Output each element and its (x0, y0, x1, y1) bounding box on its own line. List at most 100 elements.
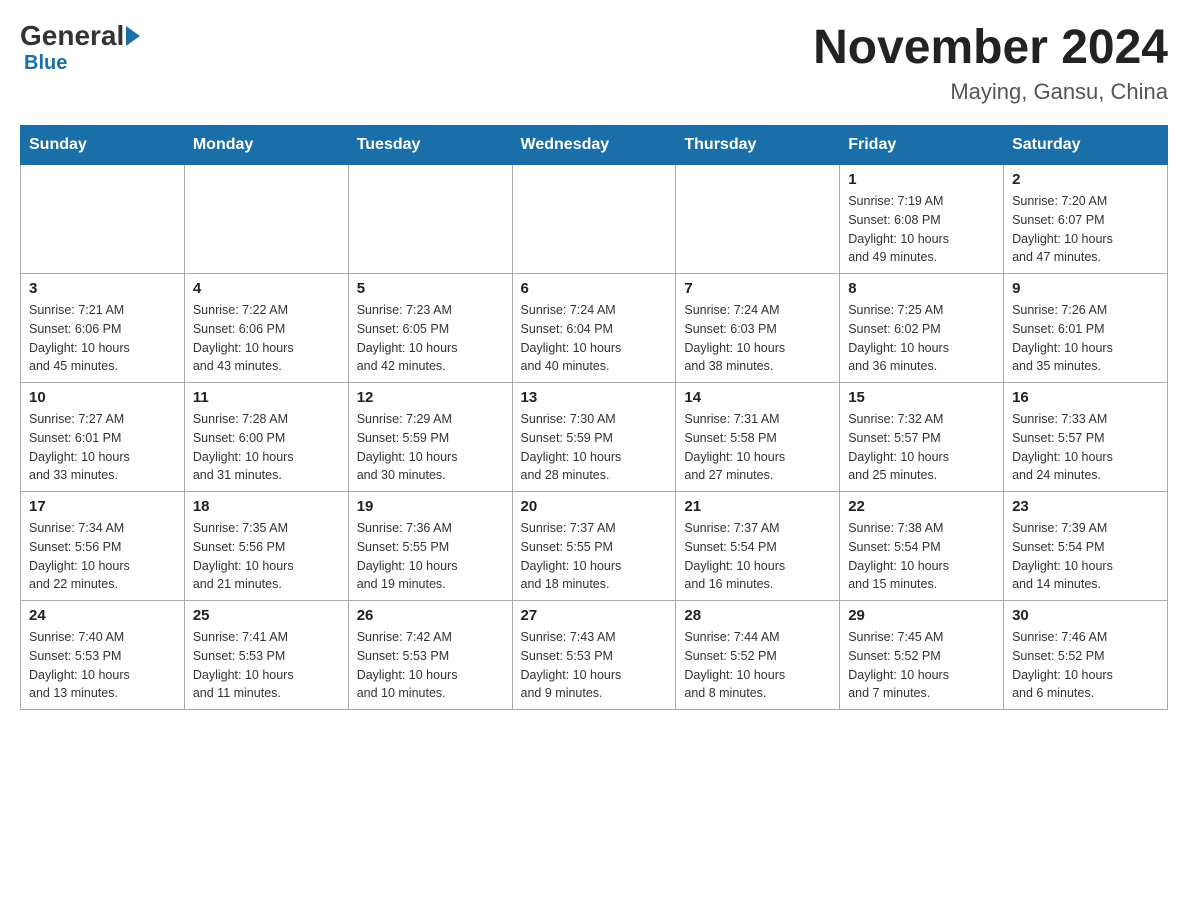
day-info: Sunrise: 7:43 AM Sunset: 5:53 PM Dayligh… (521, 628, 668, 703)
calendar-table: SundayMondayTuesdayWednesdayThursdayFrid… (20, 125, 1168, 710)
calendar-day-cell: 4 Sunrise: 7:22 AM Sunset: 6:06 PM Daylig… (184, 274, 348, 383)
location-subtitle: Maying, Gansu, China (813, 79, 1168, 105)
calendar-day-cell: 12 Sunrise: 7:29 AM Sunset: 5:59 PM Dayli… (348, 383, 512, 492)
calendar-week-row: 3Sunrise: 7:21 AM Sunset: 6:06 PM Daylig… (21, 274, 1168, 383)
day-info: Sunrise: 7:46 AM Sunset: 5:52 PM Dayligh… (1012, 628, 1159, 703)
day-info: Sunrise: 7:37 AM Sunset: 5:54 PM Dayligh… (684, 519, 831, 594)
day-of-week-header: Thursday (676, 126, 840, 165)
day-number: 30 (1012, 607, 1159, 624)
day-info: Sunrise: 7:40 AM Sunset: 5:53 PM Dayligh… (29, 628, 176, 703)
day-number: 20 (521, 498, 668, 515)
calendar-day-cell: 22 Sunrise: 7:38 AM Sunset: 5:54 PM Dayli… (840, 492, 1004, 601)
calendar-week-row: 17Sunrise: 7:34 AM Sunset: 5:56 PM Dayli… (21, 492, 1168, 601)
day-info: Sunrise: 7:30 AM Sunset: 5:59 PM Dayligh… (521, 410, 668, 485)
day-info: Sunrise: 7:27 AM Sunset: 6:01 PM Dayligh… (29, 410, 176, 485)
day-info: Sunrise: 7:39 AM Sunset: 5:54 PM Dayligh… (1012, 519, 1159, 594)
day-number: 5 (357, 280, 504, 297)
day-info: Sunrise: 7:41 AM Sunset: 5:53 PM Dayligh… (193, 628, 340, 703)
calendar-day-cell: 26 Sunrise: 7:42 AM Sunset: 5:53 PM Dayli… (348, 601, 512, 710)
calendar-day-cell: 28 Sunrise: 7:44 AM Sunset: 5:52 PM Dayli… (676, 601, 840, 710)
day-info: Sunrise: 7:22 AM Sunset: 6:06 PM Dayligh… (193, 301, 340, 376)
calendar-day-cell: 1 Sunrise: 7:19 AM Sunset: 6:08 PM Daylig… (840, 165, 1004, 274)
logo: General Blue (20, 20, 142, 75)
title-area: November 2024 Maying, Gansu, China (813, 20, 1168, 105)
day-of-week-header: Saturday (1004, 126, 1168, 165)
logo-blue-text: Blue (24, 52, 67, 75)
calendar-header-row: SundayMondayTuesdayWednesdayThursdayFrid… (21, 126, 1168, 165)
main-title: November 2024 (813, 20, 1168, 75)
day-info: Sunrise: 7:42 AM Sunset: 5:53 PM Dayligh… (357, 628, 504, 703)
day-number: 7 (684, 280, 831, 297)
day-info: Sunrise: 7:26 AM Sunset: 6:01 PM Dayligh… (1012, 301, 1159, 376)
calendar-day-cell (21, 165, 185, 274)
calendar-day-cell: 16Sunrise: 7:33 AM Sunset: 5:57 PM Dayli… (1004, 383, 1168, 492)
calendar-day-cell (512, 165, 676, 274)
day-info: Sunrise: 7:24 AM Sunset: 6:03 PM Dayligh… (684, 301, 831, 376)
day-number: 13 (521, 389, 668, 406)
day-number: 14 (684, 389, 831, 406)
calendar-day-cell: 30 Sunrise: 7:46 AM Sunset: 5:52 PM Dayli… (1004, 601, 1168, 710)
day-info: Sunrise: 7:31 AM Sunset: 5:58 PM Dayligh… (684, 410, 831, 485)
day-number: 8 (848, 280, 995, 297)
calendar-day-cell: 10 Sunrise: 7:27 AM Sunset: 6:01 PM Dayli… (21, 383, 185, 492)
day-number: 26 (357, 607, 504, 624)
calendar-week-row: 24 Sunrise: 7:40 AM Sunset: 5:53 PM Dayli… (21, 601, 1168, 710)
day-number: 23 (1012, 498, 1159, 515)
calendar-day-cell: 13 Sunrise: 7:30 AM Sunset: 5:59 PM Dayli… (512, 383, 676, 492)
day-info: Sunrise: 7:20 AM Sunset: 6:07 PM Dayligh… (1012, 192, 1159, 267)
day-of-week-header: Wednesday (512, 126, 676, 165)
day-info: Sunrise: 7:32 AM Sunset: 5:57 PM Dayligh… (848, 410, 995, 485)
day-number: 18 (193, 498, 340, 515)
day-info: Sunrise: 7:44 AM Sunset: 5:52 PM Dayligh… (684, 628, 831, 703)
calendar-day-cell: 15 Sunrise: 7:32 AM Sunset: 5:57 PM Dayli… (840, 383, 1004, 492)
calendar-day-cell: 21 Sunrise: 7:37 AM Sunset: 5:54 PM Dayli… (676, 492, 840, 601)
calendar-day-cell: 20Sunrise: 7:37 AM Sunset: 5:55 PM Dayli… (512, 492, 676, 601)
day-info: Sunrise: 7:45 AM Sunset: 5:52 PM Dayligh… (848, 628, 995, 703)
calendar-day-cell: 23 Sunrise: 7:39 AM Sunset: 5:54 PM Dayli… (1004, 492, 1168, 601)
day-number: 12 (357, 389, 504, 406)
calendar-day-cell: 24 Sunrise: 7:40 AM Sunset: 5:53 PM Dayli… (21, 601, 185, 710)
calendar-day-cell: 3Sunrise: 7:21 AM Sunset: 6:06 PM Daylig… (21, 274, 185, 383)
day-info: Sunrise: 7:23 AM Sunset: 6:05 PM Dayligh… (357, 301, 504, 376)
day-info: Sunrise: 7:28 AM Sunset: 6:00 PM Dayligh… (193, 410, 340, 485)
calendar-day-cell: 9Sunrise: 7:26 AM Sunset: 6:01 PM Daylig… (1004, 274, 1168, 383)
day-info: Sunrise: 7:19 AM Sunset: 6:08 PM Dayligh… (848, 192, 995, 267)
calendar-day-cell: 29 Sunrise: 7:45 AM Sunset: 5:52 PM Dayli… (840, 601, 1004, 710)
day-number: 10 (29, 389, 176, 406)
day-number: 15 (848, 389, 995, 406)
day-number: 11 (193, 389, 340, 406)
calendar-day-cell: 6Sunrise: 7:24 AM Sunset: 6:04 PM Daylig… (512, 274, 676, 383)
calendar-day-cell: 2 Sunrise: 7:20 AM Sunset: 6:07 PM Daylig… (1004, 165, 1168, 274)
day-of-week-header: Monday (184, 126, 348, 165)
calendar-day-cell (184, 165, 348, 274)
day-number: 22 (848, 498, 995, 515)
calendar-day-cell: 14 Sunrise: 7:31 AM Sunset: 5:58 PM Dayli… (676, 383, 840, 492)
day-of-week-header: Friday (840, 126, 1004, 165)
day-number: 25 (193, 607, 340, 624)
day-number: 21 (684, 498, 831, 515)
day-number: 28 (684, 607, 831, 624)
logo-general-text: General (20, 20, 124, 52)
calendar-day-cell: 5 Sunrise: 7:23 AM Sunset: 6:05 PM Daylig… (348, 274, 512, 383)
day-number: 2 (1012, 171, 1159, 188)
day-info: Sunrise: 7:35 AM Sunset: 5:56 PM Dayligh… (193, 519, 340, 594)
calendar-day-cell: 17Sunrise: 7:34 AM Sunset: 5:56 PM Dayli… (21, 492, 185, 601)
day-number: 4 (193, 280, 340, 297)
calendar-week-row: 1 Sunrise: 7:19 AM Sunset: 6:08 PM Daylig… (21, 165, 1168, 274)
day-info: Sunrise: 7:24 AM Sunset: 6:04 PM Dayligh… (521, 301, 668, 376)
day-number: 29 (848, 607, 995, 624)
day-number: 19 (357, 498, 504, 515)
calendar-day-cell: 11 Sunrise: 7:28 AM Sunset: 6:00 PM Dayli… (184, 383, 348, 492)
day-info: Sunrise: 7:29 AM Sunset: 5:59 PM Dayligh… (357, 410, 504, 485)
day-of-week-header: Sunday (21, 126, 185, 165)
calendar-day-cell: 18 Sunrise: 7:35 AM Sunset: 5:56 PM Dayli… (184, 492, 348, 601)
day-info: Sunrise: 7:33 AM Sunset: 5:57 PM Dayligh… (1012, 410, 1159, 485)
calendar-day-cell: 19Sunrise: 7:36 AM Sunset: 5:55 PM Dayli… (348, 492, 512, 601)
calendar-week-row: 10 Sunrise: 7:27 AM Sunset: 6:01 PM Dayli… (21, 383, 1168, 492)
day-info: Sunrise: 7:38 AM Sunset: 5:54 PM Dayligh… (848, 519, 995, 594)
day-number: 1 (848, 171, 995, 188)
day-number: 27 (521, 607, 668, 624)
header: General Blue November 2024 Maying, Gansu… (20, 20, 1168, 105)
day-number: 24 (29, 607, 176, 624)
calendar-day-cell (676, 165, 840, 274)
